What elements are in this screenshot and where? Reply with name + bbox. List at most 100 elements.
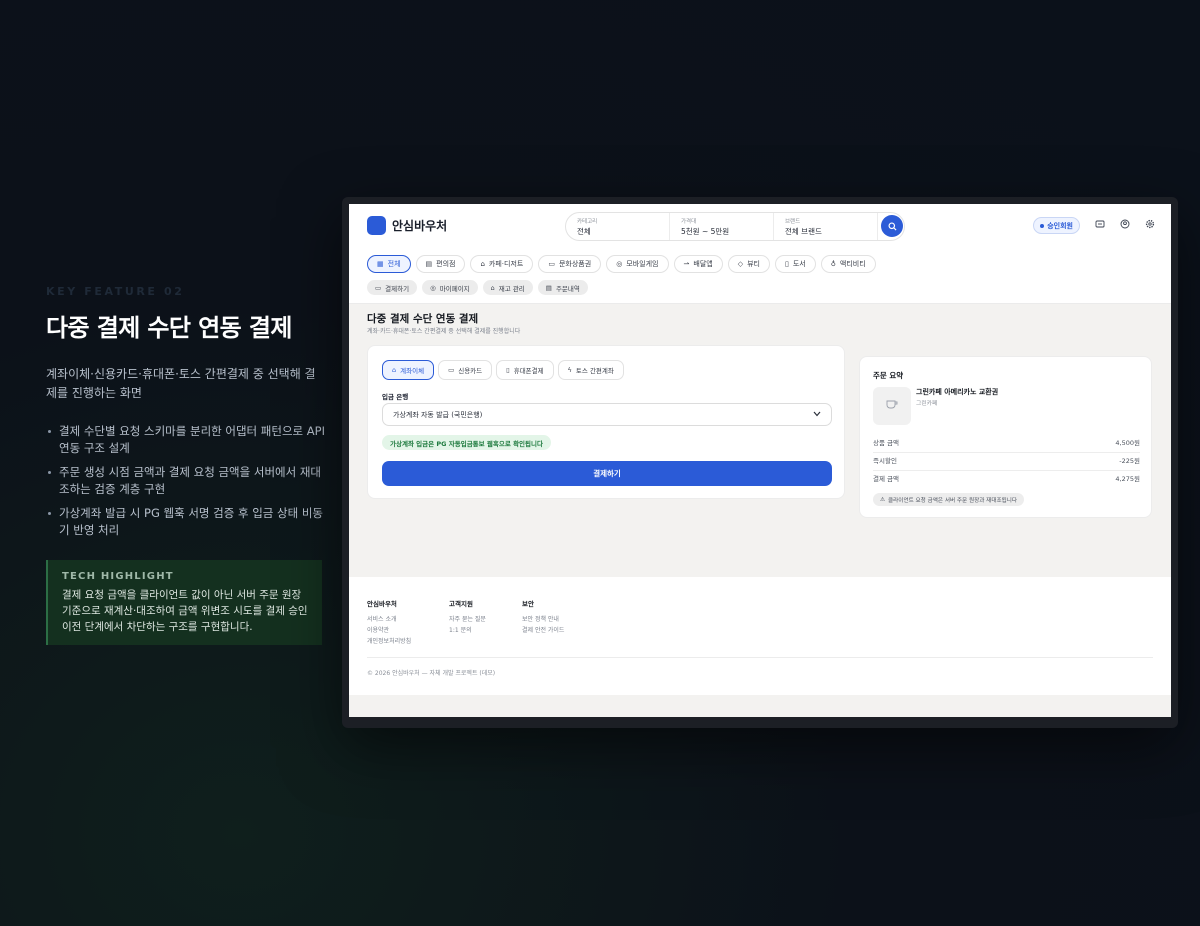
bank-field-label: 입금 은행: [382, 393, 409, 401]
brand-name: 안심바우처: [392, 219, 448, 233]
footer-heading: 보안: [522, 600, 534, 608]
search-brand-value: 전체 브랜드: [785, 227, 822, 236]
tab-credit-card[interactable]: ▭ 신용카드: [438, 360, 493, 380]
tech-highlight-body: 결제 요청 금액을 클라이언트 값이 아닌 서버 주문 원장 기준으로 재계산·…: [62, 589, 308, 633]
product-thumbnail: [873, 387, 911, 425]
category-chip-label: 편의점: [436, 260, 456, 268]
gear-icon[interactable]: [1145, 219, 1155, 232]
feature-bullets: 결제 수단별 요청 스키마를 분리한 어댑터 패턴으로 API 연동 구조 설계…: [46, 423, 326, 539]
tab-label: 신용카드: [458, 367, 483, 375]
subnav-label: 결제하기: [385, 284, 410, 293]
feature-bullet: 가상계좌 발급 시 PG 웹훅 서명 검증 후 입금 상태 비동기 반영 처리: [46, 505, 326, 539]
category-chip-delivery[interactable]: ⇀ 배달앱: [673, 255, 723, 273]
warehouse-icon: ⌂: [490, 283, 495, 292]
chevron-down-icon: [813, 411, 821, 419]
tab-bank-transfer[interactable]: ⌂ 계좌이체: [382, 360, 435, 380]
search-price-value: 5천원 ~ 5만원: [681, 227, 730, 236]
footer-col-support: 고객지원 자주 묻는 질문 1:1 문의: [449, 598, 486, 636]
feature-bullet: 주문 생성 시점 금액과 결제 요청 금액을 서버에서 재대조하는 검증 계층 …: [46, 464, 326, 498]
card-icon: ▭: [448, 366, 455, 374]
tab-label: 계좌이체: [400, 367, 425, 375]
footer-link[interactable]: 보안 정책 안내: [522, 614, 564, 625]
feature-title: 다중 결제 수단 연동 결제: [46, 314, 292, 342]
search-button[interactable]: [881, 215, 903, 237]
footer-link[interactable]: 개인정보처리방침: [367, 636, 411, 647]
order-summary-card: 주문 요약 그린카페 아메리카노 교환권 그린카페 상품 금액 4,500원 즉…: [859, 356, 1152, 518]
summary-row-label: 결제 금액: [873, 475, 899, 483]
summary-row-subtotal: 상품 금액 4,500원: [873, 437, 1140, 453]
category-chip-label: 액티비티: [839, 260, 866, 268]
coffee-cup-icon: [885, 399, 899, 413]
footer-col-company: 안심바우처 서비스 소개 이용약관 개인정보처리방침: [367, 598, 411, 647]
cafe-icon: ⌂: [480, 260, 485, 268]
subnav-orders[interactable]: ▤ 주문내역: [537, 280, 588, 295]
category-chip-mobile-game[interactable]: ◎ 모바일게임: [606, 255, 669, 273]
summary-row-label: 상품 금액: [873, 439, 899, 447]
status-dot-icon: [1040, 223, 1045, 228]
product-name: 그린카페 아메리카노 교환권: [916, 388, 999, 396]
amount-verification-note: ⚠ 클라이언트 요청 금액은 서버 주문 원장과 재대조됩니다: [873, 493, 1025, 506]
category-chip-beauty[interactable]: ◇ 뷰티: [727, 255, 770, 273]
app-screen: 안심바우처 카테고리 전체 가격대 5천원 ~ 5만원 브랜드 전체 브랜드 승…: [349, 204, 1171, 717]
subnav-label: 마이페이지: [439, 284, 470, 293]
bank-select-value: 가상계좌 자동 발급 (국민은행): [393, 410, 483, 419]
bank-icon: ⌂: [392, 366, 397, 374]
category-chip-culture[interactable]: ▭ 문화상품권: [538, 255, 602, 273]
page-subtitle: 계좌·카드·휴대폰·토스 간편결제 중 선택해 결제를 진행합니다: [367, 328, 521, 335]
category-chip-label: 모바일게임: [626, 260, 659, 268]
search-brand-label: 브랜드: [785, 219, 801, 225]
book-icon: ▯: [784, 260, 789, 268]
warning-icon: ⚠: [880, 496, 886, 503]
search-icon: [887, 221, 897, 231]
category-chip-label: 전체: [387, 260, 401, 268]
category-chip-label: 카페·디저트: [488, 260, 524, 268]
user-icon[interactable]: [1120, 219, 1130, 232]
header-actions: 승인회원: [1033, 217, 1155, 234]
search-category-field[interactable]: 카테고리 전체: [566, 213, 670, 240]
category-chip-cafe[interactable]: ⌂ 카페·디저트: [470, 255, 534, 273]
feature-description: 계좌이체·신용카드·휴대폰·토스 간편결제 중 선택해 결제를 진행하는 화면: [46, 367, 316, 400]
store-icon: ▤: [425, 260, 433, 268]
search-price-field[interactable]: 가격대 5천원 ~ 5만원: [670, 213, 774, 240]
category-chip-label: 도서: [792, 260, 806, 268]
pin-icon: ♁: [830, 260, 836, 268]
delivery-icon: ⇀: [683, 260, 690, 268]
grid-icon: ▦: [377, 260, 384, 268]
pay-button[interactable]: 결제하기: [382, 461, 832, 486]
search-brand-field[interactable]: 브랜드 전체 브랜드: [774, 213, 878, 240]
amount-verification-text: 클라이언트 요청 금액은 서버 주문 원장과 재대조됩니다: [888, 497, 1018, 504]
subnav-checkout[interactable]: ▭ 결제하기: [367, 280, 418, 295]
category-chip-books[interactable]: ▯ 도서: [774, 255, 816, 273]
list-icon: ▤: [545, 283, 552, 292]
cart-icon[interactable]: [1095, 219, 1105, 232]
search-category-value: 전체: [577, 227, 591, 236]
subnav-inventory[interactable]: ⌂ 재고 관리: [482, 280, 533, 295]
footer-link[interactable]: 자주 묻는 질문: [449, 614, 486, 625]
category-chip-convenience[interactable]: ▤ 편의점: [415, 255, 466, 273]
beauty-icon: ◇: [737, 260, 744, 268]
phone-icon: ▯: [506, 366, 510, 374]
category-chip-all[interactable]: ▦ 전체: [367, 255, 411, 273]
summary-row-discount: 즉시할인 -225원: [873, 455, 1140, 471]
summary-row-total: 결제 금액 4,275원: [873, 473, 1140, 488]
footer-heading: 고객지원: [449, 600, 473, 608]
summary-row-value: 4,275원: [1115, 475, 1140, 483]
bank-select[interactable]: 가상계좌 자동 발급 (국민은행): [382, 403, 832, 426]
footer-link[interactable]: 이용약관: [367, 625, 411, 636]
category-chip-activity[interactable]: ♁ 액티비티: [820, 255, 876, 273]
subnav-mypage[interactable]: ◎ 마이페이지: [422, 280, 478, 295]
category-chip-label: 배달앱: [693, 260, 713, 268]
payment-method-tabs: ⌂ 계좌이체 ▭ 신용카드 ▯ 휴대폰결제 ϟ 토스 간편계좌: [382, 360, 624, 380]
virtual-account-notice: 가상계좌 입금은 PG 자동입금통보 웹훅으로 확인됩니다: [382, 435, 551, 450]
app-header: 안심바우처 카테고리 전체 가격대 5천원 ~ 5만원 브랜드 전체 브랜드 승…: [349, 204, 1171, 304]
tab-toss-easy-account[interactable]: ϟ 토스 간편계좌: [557, 360, 624, 380]
footer-link[interactable]: 1:1 문의: [449, 625, 486, 636]
tab-mobile-payment[interactable]: ▯ 휴대폰결제: [496, 360, 554, 380]
footer-link[interactable]: 서비스 소개: [367, 614, 411, 625]
brand-logo[interactable]: 안심바우처: [367, 216, 447, 235]
ticket-icon: ▭: [548, 260, 555, 268]
page-title: 다중 결제 수단 연동 결제: [367, 313, 479, 325]
product-brand: 그린카페: [916, 401, 938, 407]
summary-row-label: 즉시할인: [873, 457, 897, 465]
footer-link[interactable]: 결제 안전 가이드: [522, 625, 564, 636]
